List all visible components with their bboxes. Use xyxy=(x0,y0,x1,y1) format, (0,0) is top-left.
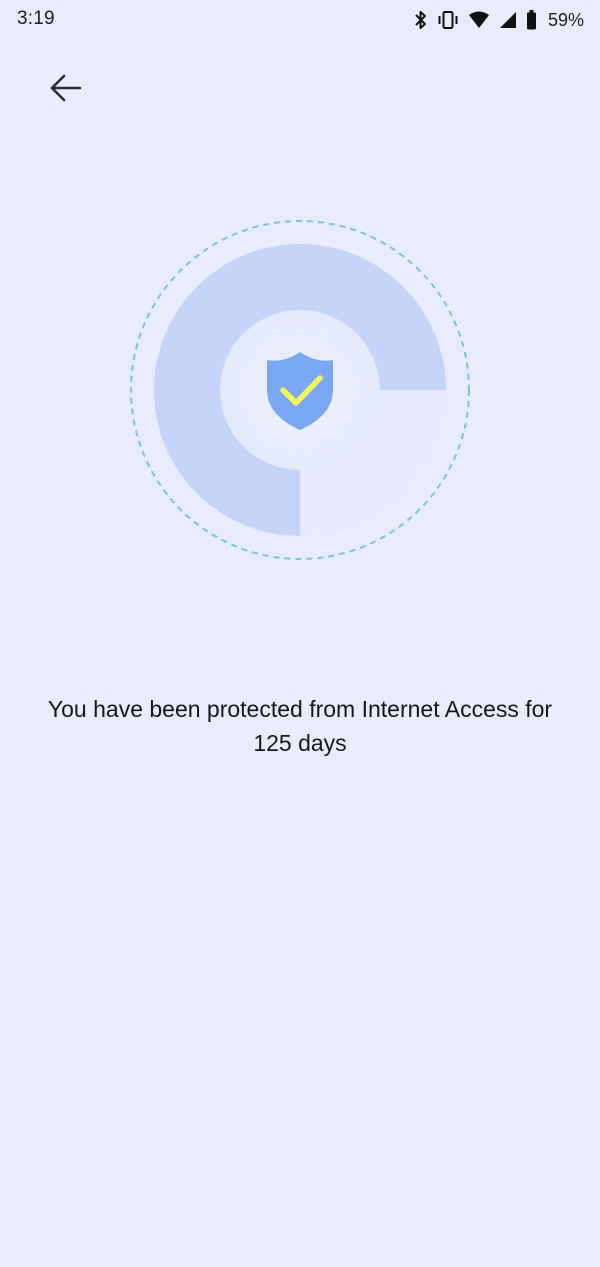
bluetooth-icon xyxy=(414,10,428,30)
protection-message: You have been protected from Internet Ac… xyxy=(47,696,553,756)
status-icons: 59% xyxy=(405,8,584,32)
arrow-left-icon xyxy=(50,74,82,102)
protection-progress-graphic xyxy=(120,210,480,570)
cell-signal-icon xyxy=(499,11,517,29)
status-time: 3:19 xyxy=(17,8,55,29)
status-bar: 3:19 59% xyxy=(0,0,600,40)
battery-icon xyxy=(526,10,537,30)
vibrate-icon xyxy=(437,10,459,30)
battery-percentage: 59% xyxy=(547,9,584,30)
wifi-icon xyxy=(468,11,490,29)
back-button[interactable] xyxy=(44,66,88,110)
